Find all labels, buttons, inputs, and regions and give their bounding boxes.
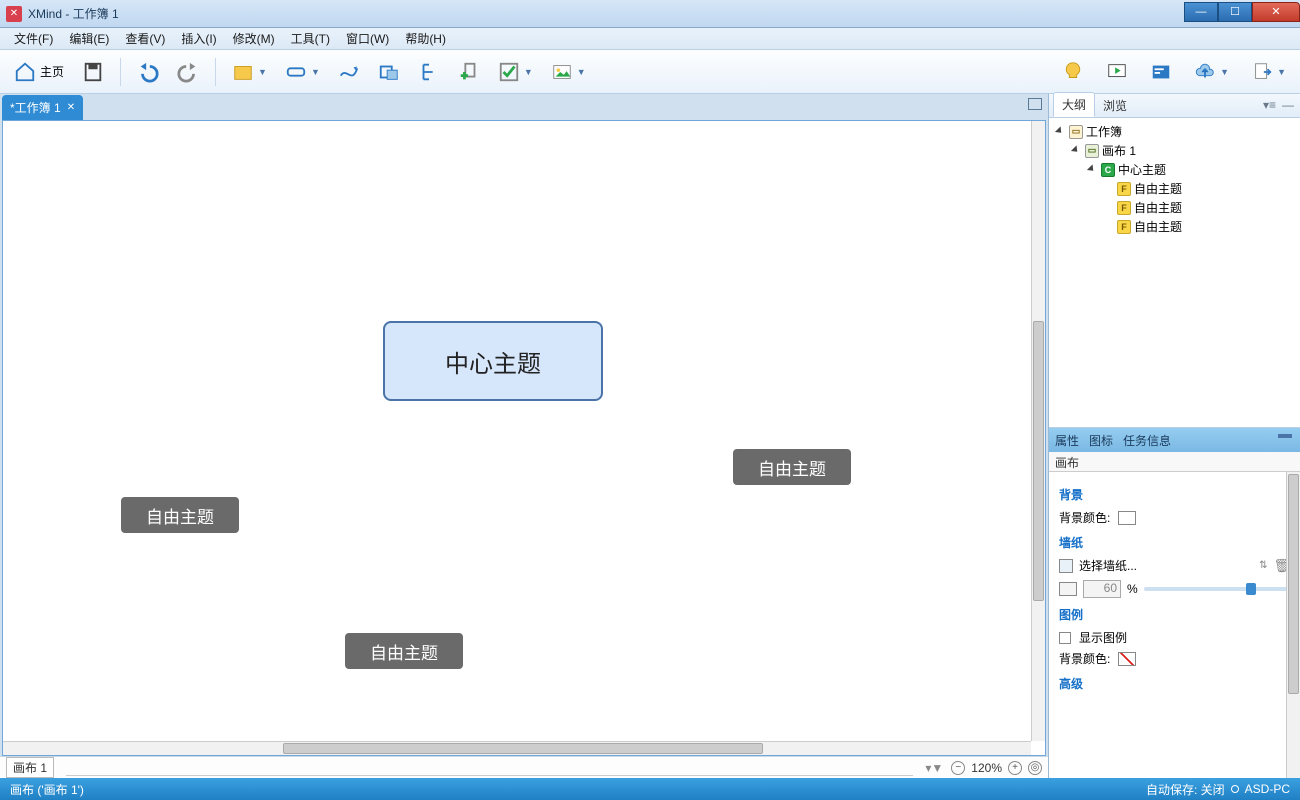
status-host: ASD-PC — [1245, 782, 1290, 796]
tree-workbook[interactable]: ▭工作簿 — [1051, 122, 1298, 141]
properties-panel: 属性 图标 任务信息 画布 背景 背景颜色: 墙纸 选择墙纸... ⇅ 🗑 — [1049, 428, 1300, 778]
gantt-button[interactable] — [1146, 57, 1176, 87]
menu-tools[interactable]: 工具(T) — [285, 28, 336, 49]
free-topic-3[interactable]: 自由主题 — [733, 449, 851, 485]
statusbar: 画布 ('画布 1') 自动保存: 关闭 ASD-PC — [0, 778, 1300, 800]
properties-minimize-icon[interactable] — [1278, 434, 1292, 438]
zoom-in-button[interactable]: + — [1008, 761, 1022, 775]
canvas-statusbar: 画布 1 ▾▼ − 120% + ◎ — [0, 756, 1048, 778]
tab-workbook-1[interactable]: *工作簿 1 ✕ — [2, 95, 83, 120]
wallpaper-updown-icon[interactable]: ⇅ — [1259, 560, 1267, 571]
idea-button[interactable] — [1058, 57, 1088, 87]
opacity-slider[interactable] — [1144, 587, 1290, 591]
canvas-vscrollbar[interactable] — [1031, 121, 1045, 741]
summary-button[interactable] — [414, 57, 444, 87]
zoom-value[interactable]: 120% — [971, 761, 1002, 775]
section-legend: 图例 — [1059, 606, 1290, 623]
maximize-button[interactable]: ☐ — [1218, 2, 1252, 22]
tab-outline[interactable]: 大纲 — [1053, 92, 1095, 117]
status-left: 画布 ('画布 1') — [10, 781, 84, 798]
tree-free-3[interactable]: F自由主题 — [1051, 217, 1298, 236]
properties-tabstrip: 属性 图标 任务信息 — [1049, 428, 1300, 452]
menu-insert[interactable]: 插入(I) — [175, 28, 222, 49]
insert-button[interactable] — [454, 57, 484, 87]
status-autosave: 自动保存: 关闭 — [1146, 781, 1225, 798]
topic-button[interactable]: ▼ — [281, 57, 324, 87]
close-button[interactable]: ✕ — [1252, 2, 1300, 22]
show-legend-label: 显示图例 — [1079, 629, 1127, 646]
tree-sheet[interactable]: ▭画布 1 — [1051, 141, 1298, 160]
show-legend-checkbox[interactable] — [1059, 632, 1071, 644]
bg-color-label: 背景颜色: — [1059, 509, 1110, 526]
properties-subtitle: 画布 — [1049, 452, 1300, 472]
bg-color-swatch[interactable] — [1118, 511, 1136, 525]
document-tabs: *工作簿 1 ✕ — [0, 94, 1048, 120]
menu-help[interactable]: 帮助(H) — [399, 28, 452, 49]
outline-tree[interactable]: ▭工作簿 ▭画布 1 C中心主题 F自由主题 F自由主题 F自由主题 — [1049, 118, 1300, 428]
home-label: 主页 — [40, 63, 64, 80]
tab-properties[interactable]: 属性 — [1055, 432, 1079, 449]
panel-menu-icon[interactable]: ▾≡ — [1263, 98, 1276, 112]
menu-modify[interactable]: 修改(M) — [227, 28, 281, 49]
tab-taskinfo[interactable]: 任务信息 — [1123, 432, 1171, 449]
maximize-editor-icon[interactable] — [1028, 98, 1042, 110]
tab-icons[interactable]: 图标 — [1089, 432, 1113, 449]
cloud-button[interactable]: ▼ — [1190, 57, 1233, 87]
section-background: 背景 — [1059, 486, 1290, 503]
panel-min-icon[interactable]: — — [1282, 98, 1294, 112]
zoom-out-button[interactable]: − — [951, 761, 965, 775]
tab-label: *工作簿 1 — [10, 99, 61, 116]
side-panel: 大纲 浏览 ▾≡ — ▭工作簿 ▭画布 1 C中心主题 F自由主题 F自由主题 F… — [1048, 94, 1300, 778]
relationship-button[interactable] — [334, 57, 364, 87]
save-button[interactable] — [78, 57, 108, 87]
sheet-name[interactable]: 画布 1 — [6, 757, 54, 778]
task-button[interactable]: ▼ — [494, 57, 537, 87]
zoom-fit-button[interactable]: ◎ — [1028, 761, 1042, 775]
free-topic-1[interactable]: 自由主题 — [121, 497, 239, 533]
tab-browse[interactable]: 浏览 — [1095, 94, 1135, 117]
properties-scrollbar[interactable] — [1286, 472, 1300, 778]
redo-button[interactable] — [173, 57, 203, 87]
tree-free-2[interactable]: F自由主题 — [1051, 198, 1298, 217]
app-logo-icon: ✕ — [6, 6, 22, 22]
menu-file[interactable]: 文件(F) — [8, 28, 59, 49]
opacity-value[interactable]: 60 — [1083, 580, 1121, 598]
canvas-area[interactable]: 中心主题 自由主题 自由主题 自由主题 — [2, 120, 1046, 756]
free-topic-2[interactable]: 自由主题 — [345, 633, 463, 669]
filter-icon[interactable]: ▾▼ — [925, 761, 943, 775]
legend-bg-swatch[interactable] — [1118, 652, 1136, 666]
status-dot-icon — [1231, 785, 1239, 793]
menu-window[interactable]: 窗口(W) — [340, 28, 395, 49]
undo-button[interactable] — [133, 57, 163, 87]
opacity-pct: % — [1127, 582, 1138, 596]
section-wallpaper: 墙纸 — [1059, 534, 1290, 551]
boundary-button[interactable] — [374, 57, 404, 87]
present-button[interactable] — [1102, 57, 1132, 87]
tab-close-icon[interactable]: ✕ — [67, 102, 75, 113]
legend-bg-label: 背景颜色: — [1059, 650, 1110, 667]
tree-center[interactable]: C中心主题 — [1051, 160, 1298, 179]
minimize-button[interactable]: — — [1184, 2, 1218, 22]
toolbar: 主页 ▼ ▼ ▼ ▼ ▼ ▼ — [0, 50, 1300, 94]
new-sheet-button[interactable]: ▼ — [228, 57, 271, 87]
window-title: XMind - 工作簿 1 — [28, 5, 119, 22]
mindmap-canvas — [3, 121, 303, 271]
opacity-swatch — [1059, 582, 1077, 596]
menu-edit[interactable]: 编辑(E) — [63, 28, 115, 49]
export-button[interactable]: ▼ — [1247, 57, 1290, 87]
menu-view[interactable]: 查看(V) — [119, 28, 171, 49]
section-advanced: 高级 — [1059, 675, 1290, 692]
wallpaper-icon — [1059, 559, 1073, 573]
menubar: 文件(F) 编辑(E) 查看(V) 插入(I) 修改(M) 工具(T) 窗口(W… — [0, 28, 1300, 50]
outline-tabstrip: 大纲 浏览 ▾≡ — — [1049, 94, 1300, 118]
home-button[interactable]: 主页 — [10, 57, 68, 87]
tree-free-1[interactable]: F自由主题 — [1051, 179, 1298, 198]
image-button[interactable]: ▼ — [547, 57, 590, 87]
central-topic[interactable]: 中心主题 — [383, 321, 603, 401]
canvas-hscrollbar[interactable] — [3, 741, 1031, 755]
wallpaper-select[interactable]: 选择墙纸... — [1079, 557, 1137, 574]
titlebar: ✕ XMind - 工作簿 1 — ☐ ✕ — [0, 0, 1300, 28]
